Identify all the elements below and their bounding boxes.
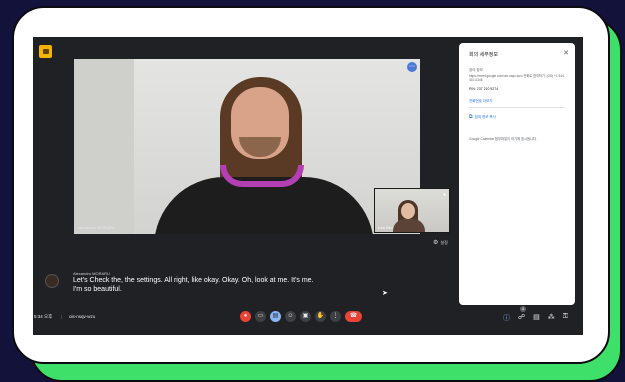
call-controls: ● ▭ ▤ ☺ ▣ ✋ ⋮ ☎ (240, 311, 362, 322)
self-video-tile[interactable]: Lea Gex ● (374, 188, 450, 233)
tile-options-icon[interactable]: ⋯ (407, 62, 417, 72)
headphones (220, 165, 304, 187)
meet-logo-icon (39, 45, 52, 58)
settings-button[interactable]: ⚙ 설정 (433, 239, 448, 246)
meet-window: Alexandru MORARU ⋯ Lea Gex ● ⚙ 설정 Alexand… (33, 37, 583, 335)
meeting-time: 5:34 오후 (34, 314, 53, 319)
calendar-note: Google Calendar 첨부파일이 여기에 표시됩니다. (469, 137, 538, 141)
copy-join-info-label: 참여 정보 복사 (474, 115, 496, 119)
camera-toggle-button[interactable]: ▭ (255, 311, 266, 322)
activities-icon[interactable]: ⁂ (548, 313, 555, 323)
copy-icon: ⧉ (469, 114, 473, 120)
more-numbers-link[interactable]: 전화번호 더보기 (469, 99, 493, 104)
host-controls-icon[interactable]: ⚿ (563, 313, 568, 323)
side-controls: ⓘ ☍ 4 ▤ ⁂ ⚿ (503, 306, 568, 323)
emoji-button[interactable]: ☺ (285, 311, 296, 322)
close-icon[interactable]: ✕ (563, 49, 569, 57)
info-icon[interactable]: ⓘ (503, 313, 510, 323)
present-button[interactable]: ▣ (300, 311, 311, 322)
panel-title: 회의 세부정보 (469, 52, 498, 58)
self-face (401, 203, 415, 219)
meeting-pin: PIN: 237 210 5274 (469, 87, 499, 91)
mic-toggle-button[interactable]: ● (240, 311, 251, 322)
end-call-button[interactable]: ☎ (345, 311, 362, 322)
mouse-cursor-icon: ➤ (382, 290, 388, 297)
main-video-tile[interactable]: Alexandru MORARU ⋯ (74, 59, 420, 234)
join-url: https://meet.google.com/ois-nsqv-wzu 전화로… (469, 74, 565, 83)
self-body (393, 219, 425, 232)
join-info-label: 참여 정보 (469, 68, 483, 72)
copy-join-info-link[interactable]: ⧉ 참여 정보 복사 (469, 114, 496, 120)
captions-button[interactable]: ▤ (270, 311, 281, 322)
people-icon[interactable]: ☍ 4 (518, 306, 526, 323)
panel-divider (469, 107, 565, 108)
mic-off-icon: ● (442, 192, 446, 198)
people-count-badge: 4 (520, 306, 526, 312)
main-participant-name: Alexandru MORARU (78, 225, 115, 230)
chat-icon[interactable]: ▤ (533, 313, 540, 323)
footer-separator: | (61, 314, 63, 319)
self-participant-name: Lea Gex (378, 225, 394, 230)
more-options-button[interactable]: ⋮ (330, 311, 341, 322)
wall-shade (74, 59, 134, 234)
caption-line-1: Let's Check the, the settings. All right… (73, 277, 314, 284)
meeting-code: ois-nsqv-wzu (69, 314, 96, 319)
settings-label: 설정 (440, 240, 448, 245)
caption-speaker: Alexandru MORARU (73, 271, 110, 276)
raise-hand-button[interactable]: ✋ (315, 311, 326, 322)
caption-avatar (45, 274, 59, 288)
caption-line-2: I'm so beautiful. (73, 286, 122, 293)
meeting-details-panel: 회의 세부정보 ✕ 참여 정보 https://meet.google.com/… (459, 43, 575, 305)
gear-icon: ⚙ (433, 240, 439, 246)
